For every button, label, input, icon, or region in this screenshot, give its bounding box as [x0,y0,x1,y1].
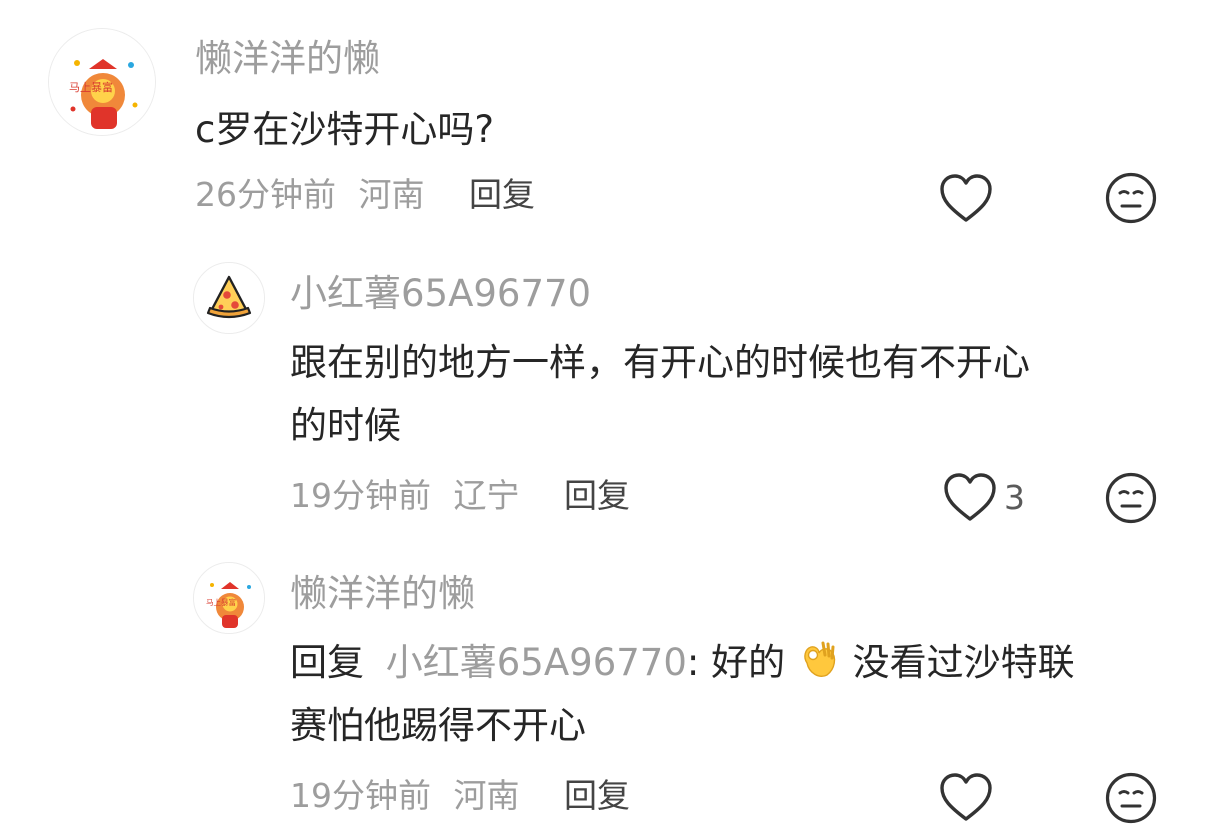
reply-text: : 好的 [686,641,786,684]
like-button[interactable] [936,168,996,228]
comment-time: 26分钟前 [195,175,336,214]
comment-time: 19分钟前 [290,476,431,515]
comment-meta: 19分钟前 河南 回复 [290,776,630,816]
user-avatar[interactable] [193,262,265,334]
dislike-button[interactable] [1104,171,1158,225]
comment-location: 河南 [453,776,520,815]
reply-prefix: 回复 [290,641,364,684]
avatar-image: 马上暴富 [49,29,155,135]
reply-button[interactable]: 回复 [564,776,630,815]
meh-face-icon [1105,472,1157,524]
comment-text-line: 的时候 [290,404,401,447]
comment-username[interactable]: 懒洋洋的懒 [195,37,380,81]
comment-meta: 19分钟前 辽宁 回复 [290,476,630,516]
comment-text[interactable]: 回复 小红薯65A96770: 好的 没看过沙特联 赛怕他踢得不开心 [290,631,1170,757]
comment-location: 辽宁 [453,476,520,515]
meh-face-icon [1105,772,1157,824]
mention-link[interactable]: 小红薯65A96770 [386,641,687,684]
pizza-avatar-image [194,263,264,333]
comment-meta: 26分钟前 河南 回复 [195,175,535,215]
comment-time: 19分钟前 [290,776,431,815]
dislike-button[interactable] [1104,771,1158,825]
heart-outline-icon [944,473,996,521]
comment-text-line: 跟在别的地方一样，有开心的时候也有不开心 [290,341,1030,384]
user-avatar[interactable]: 马上暴富 [48,28,156,136]
avatar-caption: 马上暴富 [69,80,113,94]
like-button[interactable] [936,767,996,827]
reply-button[interactable]: 回复 [469,175,535,214]
user-avatar[interactable]: 马上暴富 [193,562,265,634]
comment-username[interactable]: 小红薯65A96770 [290,272,591,316]
comment-text-line: 回复 小红薯65A96770: 好的 没看过沙特联 [290,631,1170,694]
ok-hand-emoji [804,641,836,677]
reply-button[interactable]: 回复 [564,476,630,515]
comment-3: 马上暴富 懒洋洋的懒 回复 小红薯65A96770: 好的 没看过沙特联 赛怕他… [0,540,1206,840]
heart-outline-icon [940,174,992,222]
comment-username[interactable]: 懒洋洋的懒 [290,572,475,616]
comment-text[interactable]: c罗在沙特开心吗? [195,98,494,161]
comment-2: 小红薯65A96770 跟在别的地方一样，有开心的时候也有不开心 的时候 19分… [0,240,1206,540]
meh-face-icon [1105,172,1157,224]
comment-location: 河南 [358,175,425,214]
comment-1: 马上暴富 懒洋洋的懒 c罗在沙特开心吗? 26分钟前 河南 回复 [0,0,1206,240]
like-button[interactable] [940,467,1000,527]
avatar-caption: 马上暴富 [206,597,236,607]
avatar-image: 马上暴富 [194,563,264,633]
like-count: 3 [1004,478,1025,517]
dislike-button[interactable] [1104,471,1158,525]
comment-text[interactable]: 跟在别的地方一样，有开心的时候也有不开心 的时候 [290,331,1170,457]
heart-outline-icon [940,773,992,821]
comment-text-line: 赛怕他踢得不开心 [290,704,586,747]
reply-text: 没看过沙特联 [852,641,1075,684]
